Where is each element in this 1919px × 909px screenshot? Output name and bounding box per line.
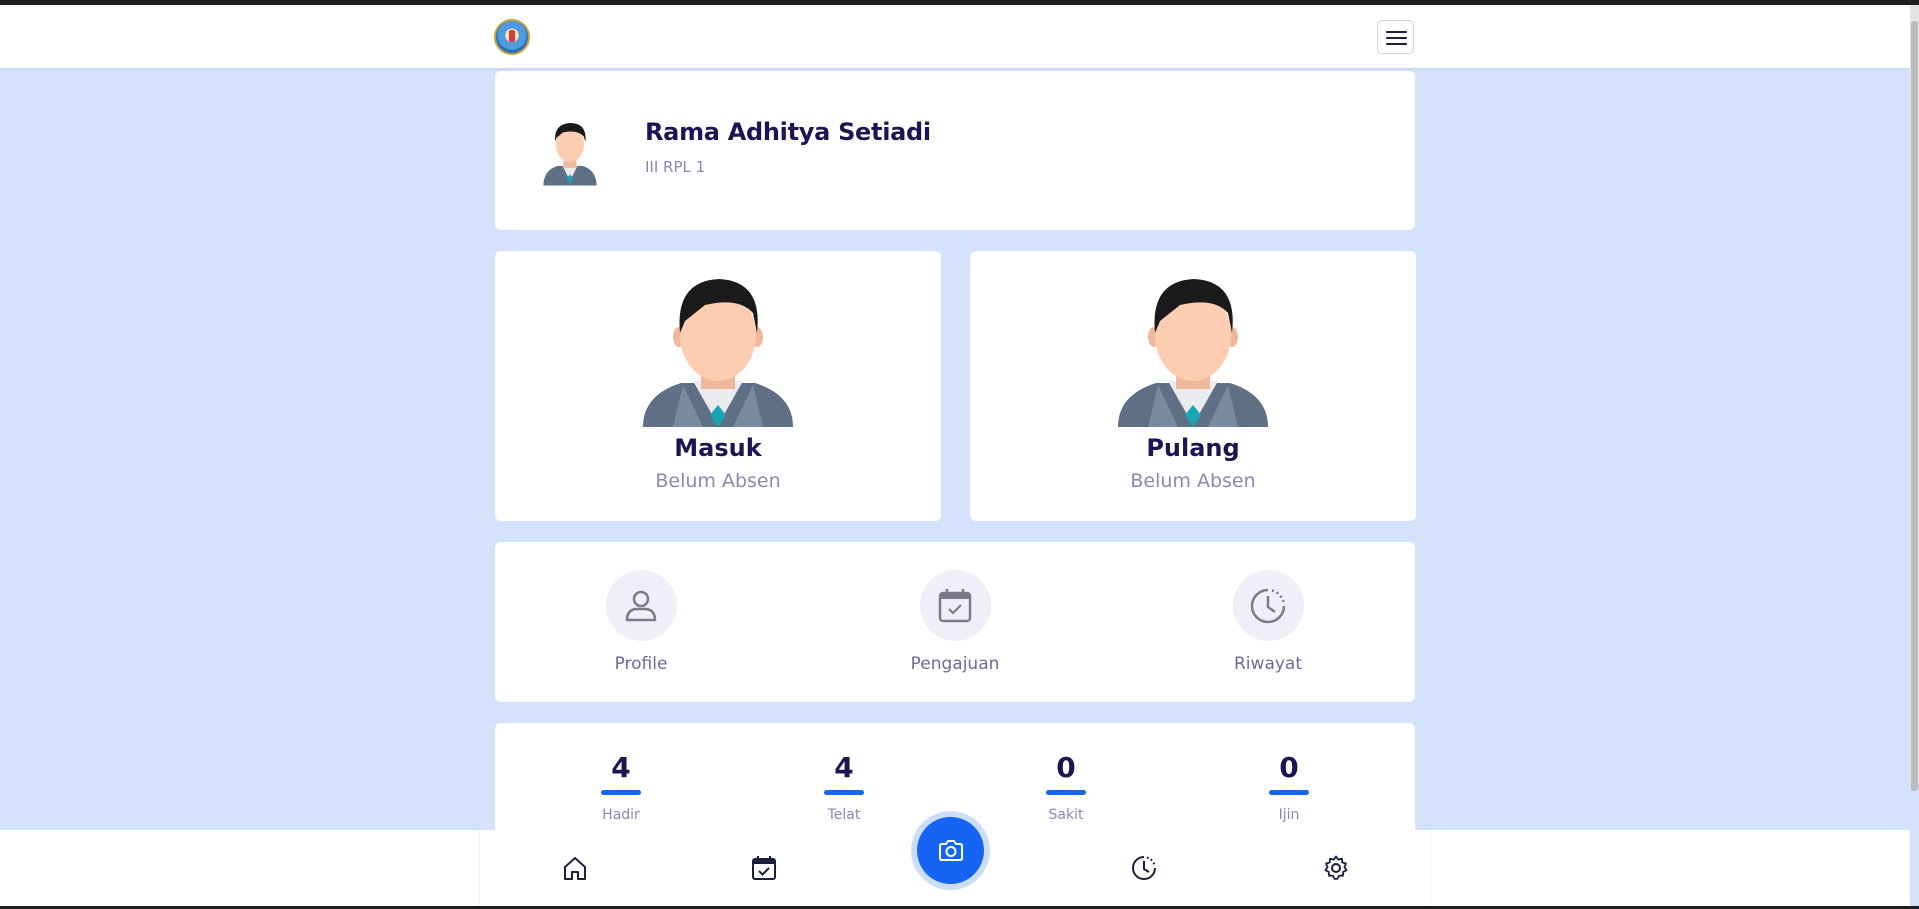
gear-icon[interactable]	[1322, 854, 1350, 882]
calendar-check-icon[interactable]	[750, 854, 778, 882]
camera-icon	[938, 839, 963, 861]
hamburger-line	[1386, 37, 1407, 39]
user-icon	[605, 570, 677, 641]
menu-item-pengajuan-label: Pengajuan	[910, 654, 1000, 674]
camera-button[interactable]	[917, 817, 984, 884]
hamburger-line	[1386, 31, 1407, 33]
stat-ijin-value: 0	[1279, 751, 1299, 784]
home-icon[interactable]	[561, 854, 589, 882]
stat-telat-value: 4	[834, 751, 854, 784]
hamburger-menu-button[interactable]	[1377, 20, 1414, 54]
menu-item-riwayat-label: Riwayat	[1234, 654, 1302, 674]
stat-hadir-value: 4	[611, 751, 631, 784]
clock-history-icon	[1232, 570, 1304, 641]
school-logo-icon[interactable]	[494, 19, 530, 55]
stat-underline	[1046, 790, 1086, 795]
check-in-card[interactable]: Masuk Belum Absen	[495, 251, 941, 521]
stat-hadir-label: Hadir	[602, 807, 640, 823]
stat-sakit-label: Sakit	[1048, 807, 1084, 823]
stat-ijin: 0 Ijin	[1239, 751, 1339, 823]
top-navbar	[0, 5, 1910, 68]
check-in-status: Belum Absen	[655, 470, 781, 492]
check-in-avatar-icon	[643, 279, 793, 427]
menu-item-pengajuan[interactable]: Pengajuan	[885, 570, 1025, 674]
menu-item-riwayat[interactable]: Riwayat	[1198, 570, 1338, 674]
stat-sakit-value: 0	[1056, 751, 1076, 784]
check-out-card[interactable]: Pulang Belum Absen	[970, 251, 1416, 521]
student-avatar-icon	[543, 123, 597, 186]
scrollbar-thumb[interactable]	[1911, 21, 1918, 791]
stat-ijin-label: Ijin	[1278, 807, 1300, 823]
check-out-status: Belum Absen	[1130, 470, 1256, 492]
student-name: Rama Adhitya Setiadi	[645, 118, 931, 146]
profile-card: Rama Adhitya Setiadi III RPL 1	[495, 71, 1415, 230]
hamburger-line	[1386, 43, 1407, 45]
menu-item-profile[interactable]: Profile	[571, 570, 711, 674]
menu-item-profile-label: Profile	[614, 654, 668, 674]
student-class: III RPL 1	[645, 158, 706, 176]
clock-history-icon[interactable]	[1130, 854, 1158, 882]
stat-telat-label: Telat	[827, 807, 861, 823]
check-out-title: Pulang	[1146, 434, 1240, 462]
stat-underline	[601, 790, 641, 795]
stat-telat: 4 Telat	[794, 751, 894, 823]
check-in-title: Masuk	[674, 434, 762, 462]
quick-menu-card: Profile Pengajuan Riwayat	[495, 542, 1415, 702]
calendar-check-icon	[919, 570, 991, 641]
stat-underline	[824, 790, 864, 795]
stat-sakit: 0 Sakit	[1016, 751, 1116, 823]
page-scrollbar[interactable]	[1910, 5, 1919, 791]
stat-underline	[1269, 790, 1309, 795]
stat-hadir: 4 Hadir	[571, 751, 671, 823]
check-out-avatar-icon	[1118, 279, 1268, 427]
